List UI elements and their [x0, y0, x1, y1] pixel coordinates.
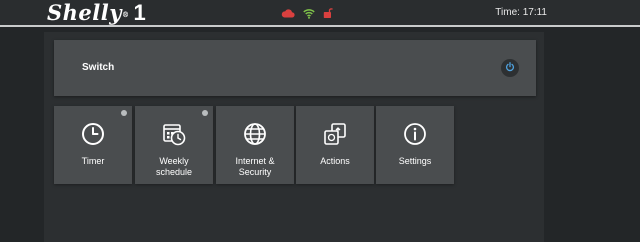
settings-label: Settings	[398, 156, 432, 166]
timer-indicator-dot	[121, 110, 127, 116]
timer-tile[interactable]: Timer	[54, 106, 132, 184]
info-icon	[403, 122, 427, 146]
clock-time: Time: 17:11	[495, 7, 547, 18]
status-icons	[281, 6, 333, 20]
timer-label: Timer	[81, 156, 105, 166]
logo-brand: Shelly	[47, 0, 122, 25]
switch-label: Switch	[82, 62, 115, 73]
top-bar: Shelly® 1 Time: 17:11	[0, 0, 640, 27]
clock-icon	[81, 122, 105, 146]
lock-icon	[323, 7, 333, 19]
actions-icon	[323, 122, 347, 146]
settings-tile[interactable]: Settings	[376, 106, 454, 184]
wifi-icon	[303, 8, 315, 19]
power-icon	[505, 59, 515, 77]
logo-registered-mark: ®	[121, 10, 130, 19]
internet-security-tile[interactable]: Internet & Security	[216, 106, 294, 184]
weekly-schedule-indicator-dot	[202, 110, 208, 116]
weekly-schedule-label: Weekly schedule	[155, 156, 193, 177]
calendar-icon	[162, 122, 186, 146]
internet-security-label: Internet & Security	[235, 156, 275, 177]
switch-card[interactable]: Switch	[54, 40, 536, 96]
power-toggle-button[interactable]	[501, 59, 519, 77]
feature-tiles: Timer Weekly schedule Internet & Securit…	[54, 106, 454, 184]
actions-label: Actions	[320, 156, 350, 166]
weekly-schedule-tile[interactable]: Weekly schedule	[135, 106, 213, 184]
actions-tile[interactable]: Actions	[296, 106, 374, 184]
cloud-icon	[281, 8, 295, 18]
globe-icon	[243, 122, 267, 146]
shelly-logo: Shelly® 1	[47, 1, 146, 25]
logo-model: 1	[133, 0, 147, 25]
